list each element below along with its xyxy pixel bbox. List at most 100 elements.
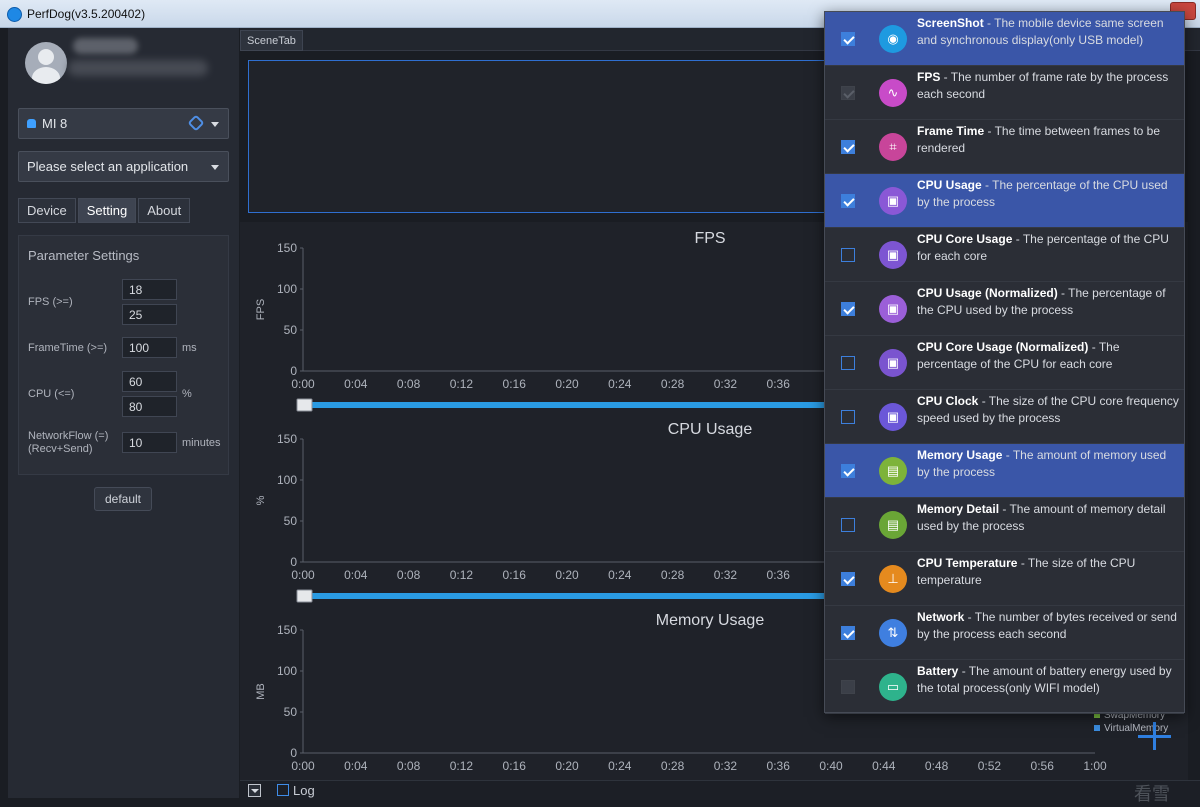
application-select[interactable]: Please select an application [18, 151, 229, 182]
metric-option-cpu-usage[interactable]: ▣ CPU Usage - The percentage of the CPU u… [825, 174, 1184, 228]
metric-title: CPU Core Usage [917, 232, 1013, 246]
x-tick-label: 0:40 [819, 759, 843, 773]
x-tick-label: 0:28 [661, 759, 685, 773]
metric-checkbox[interactable] [841, 572, 855, 586]
y-tick-label: 0 [290, 555, 297, 569]
fps-threshold-high-input[interactable]: 25 [122, 304, 177, 325]
x-tick-label: 0:20 [555, 568, 579, 582]
tab-about[interactable]: About [138, 198, 191, 223]
x-tick-label: 0:04 [344, 568, 368, 582]
x-tick-label: 0:52 [978, 759, 1002, 773]
metric-description: Battery - The amount of battery energy u… [917, 663, 1179, 697]
metric-desc-text: - The number of frame rate by the proces… [917, 70, 1169, 101]
metric-description: ScreenShot - The mobile device same scre… [917, 15, 1179, 49]
cpu-threshold-high-input[interactable]: 80 [122, 396, 177, 417]
metric-option-memory-detail[interactable]: ▤ Memory Detail - The amount of memory de… [825, 498, 1184, 552]
x-tick-label: 0:20 [555, 759, 579, 773]
x-tick-label: 0:04 [344, 377, 368, 391]
metric-option-frame-time[interactable]: ⌗ Frame Time - The time between frames to… [825, 120, 1184, 174]
log-label: Log [293, 783, 315, 798]
metric-option-memory-usage[interactable]: ▤ Memory Usage - The amount of memory use… [825, 444, 1184, 498]
chevron-down-icon [211, 122, 219, 127]
connection-link-icon[interactable] [187, 114, 205, 132]
tab-device[interactable]: Device [18, 198, 76, 223]
x-tick-label: 0:36 [767, 377, 791, 391]
fps-threshold-low-input[interactable]: 18 [122, 279, 177, 300]
metric-checkbox[interactable] [841, 464, 855, 478]
account-redacted [68, 60, 208, 76]
y-tick-label: 0 [290, 746, 297, 760]
frametime-threshold-input[interactable]: 100 [122, 337, 177, 358]
x-tick-label: 0:44 [872, 759, 896, 773]
x-tick-label: 0:24 [608, 568, 632, 582]
chip-icon: ▣ [879, 241, 907, 269]
tab-scene[interactable]: SceneTab [240, 30, 303, 51]
x-tick-label: 0:04 [344, 759, 368, 773]
y-tick-label: 100 [277, 664, 297, 678]
watermark: 看雪 [1134, 784, 1170, 804]
default-button[interactable]: default [94, 487, 152, 511]
metric-picker-dropdown: ◉ ScreenShot - The mobile device same scr… [824, 11, 1185, 714]
x-tick-label: 0:00 [291, 568, 315, 582]
metric-option-cpu-core-usage[interactable]: ▣ CPU Core Usage - The percentage of the … [825, 228, 1184, 282]
parameter-settings-panel: Parameter Settings FPS (>=) 18 25 FrameT… [18, 235, 229, 475]
metric-option-cpu-temperature[interactable]: ⊥ CPU Temperature - The size of the CPU t… [825, 552, 1184, 606]
metric-checkbox[interactable] [841, 410, 855, 424]
y-axis-label: MB [255, 683, 267, 700]
x-tick-label: 0:28 [661, 377, 685, 391]
metric-checkbox[interactable] [841, 248, 855, 262]
metric-description: CPU Core Usage (Normalized) - The percen… [917, 339, 1179, 373]
metric-title: Memory Detail [917, 502, 1000, 516]
chip-icon: ▣ [879, 187, 907, 215]
y-axis-label: % [255, 495, 267, 505]
networkflow-input[interactable]: 10 [122, 432, 177, 453]
metric-checkbox[interactable] [841, 626, 855, 640]
metric-checkbox[interactable] [841, 518, 855, 532]
metric-title: ScreenShot [917, 16, 984, 30]
avatar[interactable] [25, 42, 67, 84]
metric-option-cpu-usage-normalized[interactable]: ▣ CPU Usage (Normalized) - The percentage… [825, 282, 1184, 336]
camera-icon: ◉ [879, 25, 907, 53]
metric-title: CPU Temperature [917, 556, 1018, 570]
frame-icon: ⌗ [879, 133, 907, 161]
bottom-bar: Log [240, 780, 1200, 800]
metric-description: Frame Time - The time between frames to … [917, 123, 1179, 157]
x-tick-label: 0:32 [714, 568, 738, 582]
metric-title: Network [917, 610, 965, 624]
metric-description: Memory Detail - The amount of memory det… [917, 501, 1179, 535]
metric-description: CPU Core Usage - The percentage of the C… [917, 231, 1179, 265]
metric-title: CPU Clock [917, 394, 979, 408]
tab-setting[interactable]: Setting [77, 198, 137, 223]
x-tick-label: 0:16 [503, 377, 527, 391]
x-tick-label: 0:00 [291, 759, 315, 773]
metric-option-battery[interactable]: ▭ Battery - The amount of battery energy … [825, 660, 1184, 714]
x-tick-label: 0:36 [767, 568, 791, 582]
x-tick-label: 0:56 [1031, 759, 1055, 773]
cpu-threshold-low-input[interactable]: 60 [122, 371, 177, 392]
timeline-slider-track [298, 593, 888, 599]
metric-checkbox[interactable] [841, 302, 855, 316]
android-icon [27, 119, 36, 128]
metric-title: Battery [917, 664, 959, 678]
x-tick-label: 0:12 [450, 568, 474, 582]
metric-checkbox[interactable] [841, 356, 855, 370]
x-tick-label: 0:36 [767, 759, 791, 773]
device-select[interactable]: MI 8 [18, 108, 229, 139]
sidebar: MI 8 Please select an application Device… [8, 28, 239, 798]
networkflow-unit: minutes [182, 437, 221, 449]
metric-checkbox[interactable] [841, 32, 855, 46]
log-checkbox[interactable] [277, 784, 289, 796]
metric-option-cpu-clock[interactable]: ▣ CPU Clock - The size of the CPU core fr… [825, 390, 1184, 444]
metric-option-screenshot[interactable]: ◉ ScreenShot - The mobile device same scr… [825, 12, 1184, 66]
add-chart-icon[interactable] [1136, 722, 1172, 750]
collapse-toggle-icon[interactable] [248, 784, 261, 797]
metric-option-fps[interactable]: ∿ FPS - The number of frame rate by the p… [825, 66, 1184, 120]
x-tick-label: 0:24 [608, 759, 632, 773]
metric-checkbox[interactable] [841, 194, 855, 208]
metric-checkbox[interactable] [841, 140, 855, 154]
metric-title: CPU Core Usage (Normalized) [917, 340, 1089, 354]
metric-option-cpu-core-usage-normalized[interactable]: ▣ CPU Core Usage (Normalized) - The perce… [825, 336, 1184, 390]
metric-option-network[interactable]: ⇅ Network - The number of bytes received … [825, 606, 1184, 660]
metric-description: CPU Temperature - The size of the CPU te… [917, 555, 1179, 589]
chip-icon: ▣ [879, 403, 907, 431]
